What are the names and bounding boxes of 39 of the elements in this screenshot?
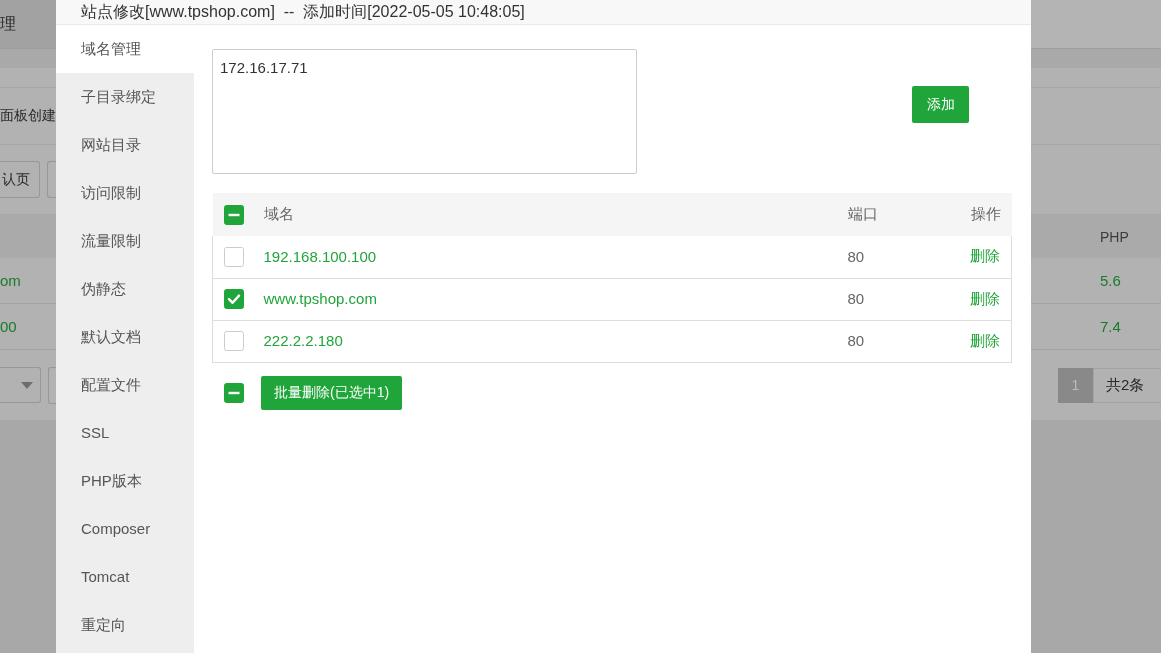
- caret-down-icon: [20, 381, 33, 389]
- checkbox[interactable]: [223, 204, 244, 225]
- menu-item[interactable]: 域名管理: [56, 25, 194, 73]
- menu-item[interactable]: Composer: [56, 505, 194, 553]
- menu-item[interactable]: 配置文件: [56, 361, 194, 409]
- menu-item[interactable]: 默认文档: [56, 313, 194, 361]
- total-count: 共2条: [1093, 367, 1161, 403]
- menu-item[interactable]: PHP版本: [56, 457, 194, 505]
- port-cell: 80: [847, 247, 865, 265]
- column-header: 端口: [847, 205, 878, 222]
- menu-item[interactable]: 伪静态: [56, 265, 194, 313]
- delete-link[interactable]: 删除: [970, 247, 1000, 265]
- menu-item[interactable]: SSL: [56, 409, 194, 457]
- menu-item[interactable]: 网站目录: [56, 121, 194, 169]
- toolbar-button[interactable]: 认页: [0, 161, 40, 198]
- menu-item[interactable]: 重定向: [56, 601, 194, 649]
- menu-item[interactable]: 流量限制: [56, 217, 194, 265]
- checkbox[interactable]: [224, 331, 244, 351]
- domain-link[interactable]: 192.168.100.100: [263, 247, 377, 265]
- checkbox[interactable]: [224, 289, 244, 309]
- domain-input[interactable]: 172.16.17.71: [212, 49, 637, 174]
- column-header: 域名: [263, 205, 294, 222]
- notice-text: 面板创建: [0, 107, 56, 125]
- column-header: PHP: [1100, 228, 1129, 245]
- domain-link[interactable]: 222.2.2.180: [263, 332, 343, 349]
- domain-link[interactable]: www.tpshop.com: [263, 290, 377, 307]
- breadcrumb-text: 理: [0, 13, 16, 34]
- port-cell: 80: [847, 332, 865, 349]
- column-header: 操作: [970, 205, 1001, 222]
- menu-item[interactable]: 访问限制: [56, 169, 194, 217]
- port-cell: 80: [847, 290, 865, 307]
- page-size-select[interactable]: [0, 367, 41, 403]
- checkbox[interactable]: [224, 382, 244, 403]
- delete-link[interactable]: 删除: [970, 289, 1000, 307]
- dialog-title: 站点修改[www.tpshop.com] -- 添加时间[2022-05-05 10:48:05]: [56, 0, 1031, 25]
- menu-item[interactable]: Tomcat: [56, 553, 194, 601]
- delete-link[interactable]: 删除: [970, 331, 1000, 349]
- checkbox[interactable]: [224, 246, 244, 267]
- menu-item[interactable]: 子目录绑定: [56, 73, 194, 121]
